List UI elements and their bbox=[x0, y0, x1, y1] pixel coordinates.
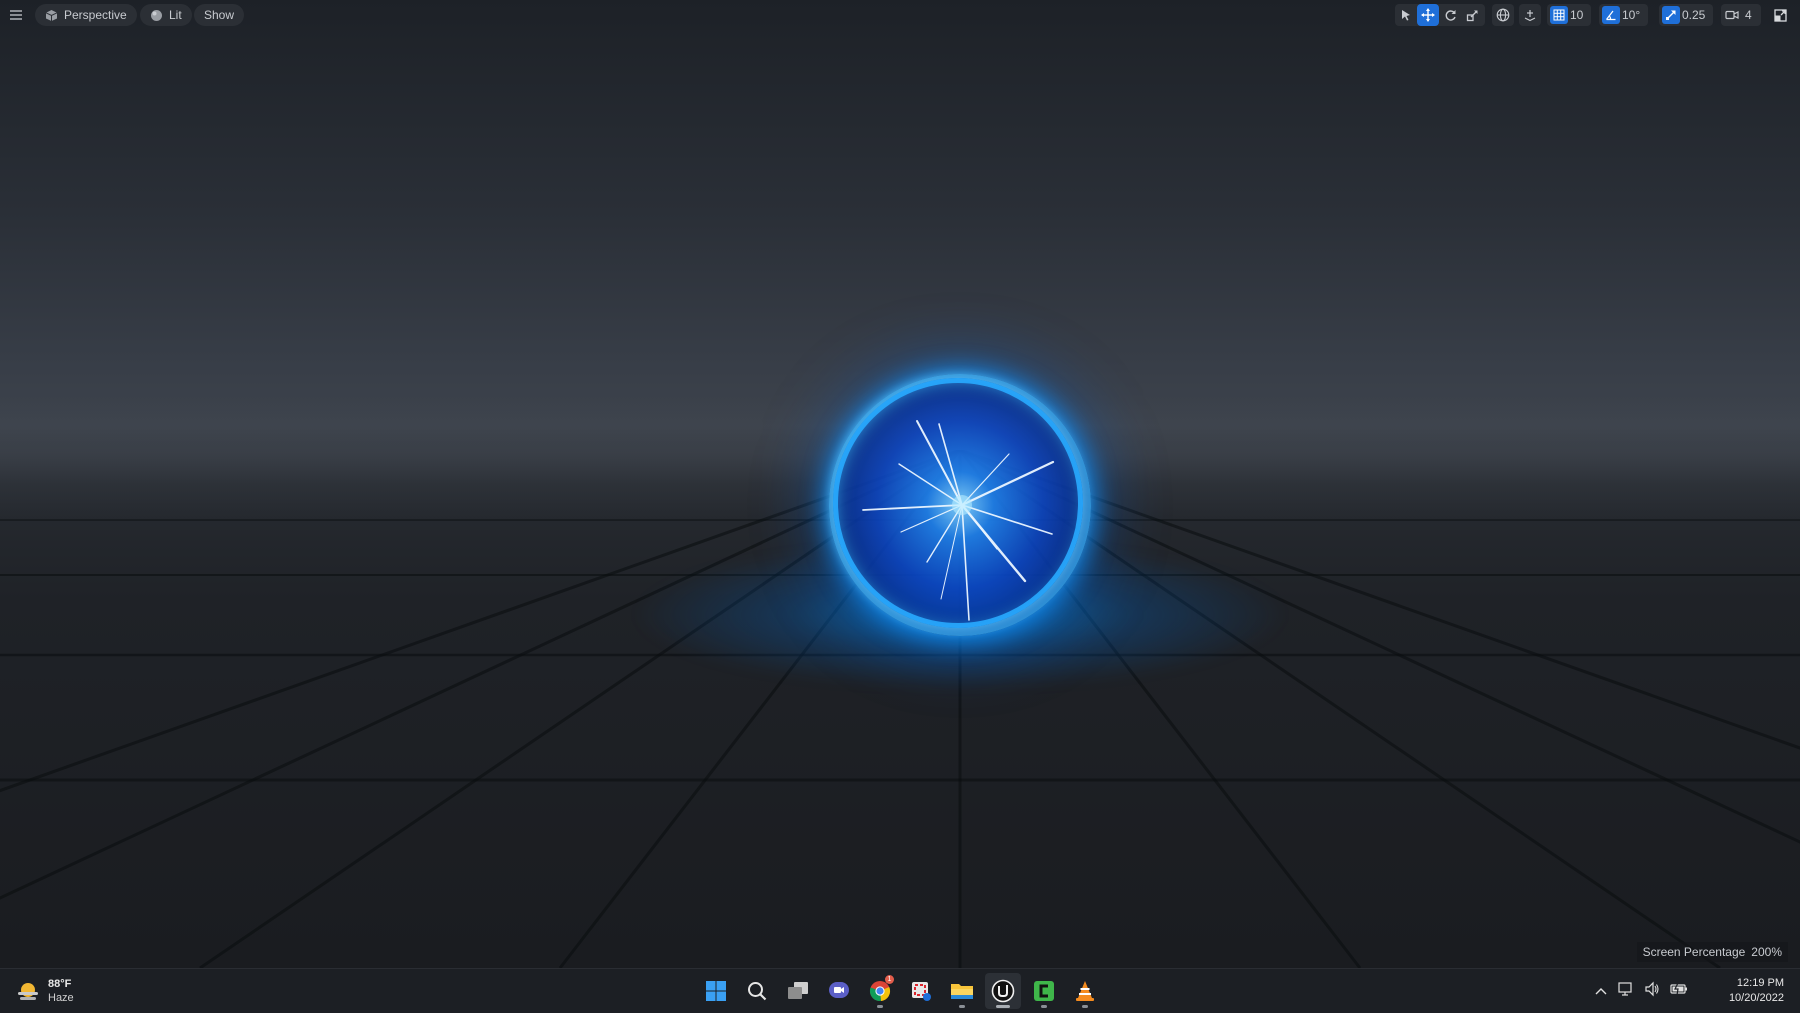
chat-button[interactable] bbox=[821, 973, 857, 1009]
perspective-label: Perspective bbox=[64, 8, 127, 22]
chrome-button[interactable]: 1 bbox=[862, 973, 898, 1009]
angle-icon bbox=[1606, 10, 1616, 21]
cube-icon bbox=[45, 9, 58, 21]
vlc-icon bbox=[1076, 981, 1094, 1001]
show-label: Show bbox=[204, 8, 235, 22]
camera-speed-button[interactable]: 4 bbox=[1721, 4, 1761, 26]
transform-tools-group bbox=[1395, 4, 1485, 26]
running-indicator bbox=[877, 1005, 883, 1008]
folder-icon bbox=[951, 984, 973, 999]
globe-icon bbox=[1496, 8, 1510, 22]
grid-snap-value: 10 bbox=[1570, 8, 1584, 22]
lit-label: Lit bbox=[169, 8, 182, 22]
move-arrows-icon bbox=[1421, 8, 1435, 22]
orb-sparks bbox=[862, 420, 1055, 621]
viewport-toolbar: Perspective Lit Show 10 10° 0.25 4 bbox=[0, 0, 1800, 30]
camera-speed-value: 4 bbox=[1745, 8, 1752, 22]
scale-tool-button[interactable] bbox=[1461, 4, 1483, 26]
running-indicator bbox=[1041, 1005, 1047, 1008]
chevron-up-icon bbox=[1595, 987, 1607, 994]
cursor-icon bbox=[1402, 10, 1410, 21]
maximize-viewport-button[interactable] bbox=[1769, 4, 1791, 26]
rotate-icon bbox=[1445, 9, 1456, 21]
screen-percentage-readout: Screen Percentage 200% bbox=[1636, 942, 1788, 962]
network-button[interactable] bbox=[1618, 981, 1634, 1002]
translate-tool-button[interactable] bbox=[1417, 4, 1439, 26]
select-tool-button[interactable] bbox=[1395, 4, 1417, 26]
search-icon bbox=[748, 982, 767, 1001]
level-viewport[interactable]: Perspective Lit Show 10 10° 0.25 4 Scree… bbox=[0, 0, 1800, 968]
rotate-tool-button[interactable] bbox=[1439, 4, 1461, 26]
haze-sun-icon bbox=[18, 983, 38, 1000]
surface-snapping-button[interactable] bbox=[1519, 4, 1541, 26]
grid-snap-group[interactable]: 10 bbox=[1547, 4, 1591, 26]
speaker-icon bbox=[1645, 981, 1659, 997]
search-button[interactable] bbox=[739, 973, 775, 1009]
show-hidden-icons-button[interactable] bbox=[1594, 983, 1608, 1001]
scale-icon bbox=[1466, 10, 1477, 21]
volume-button[interactable] bbox=[1644, 981, 1660, 1002]
vlc-button[interactable] bbox=[1067, 973, 1103, 1009]
hamburger-icon bbox=[10, 10, 22, 20]
clock-date: 10/20/2022 bbox=[1728, 992, 1784, 1004]
show-button[interactable]: Show bbox=[194, 4, 245, 26]
chrome-notification-badge: 1 bbox=[885, 975, 894, 984]
snipping-tool-icon bbox=[912, 982, 931, 1001]
running-indicator bbox=[959, 1005, 965, 1008]
scale-snap-value: 0.25 bbox=[1682, 8, 1706, 22]
unreal-engine-icon bbox=[991, 979, 1015, 1003]
viewport-options-button[interactable] bbox=[5, 4, 27, 26]
network-icon bbox=[1618, 982, 1632, 996]
scale-snap-toggle[interactable] bbox=[1662, 6, 1680, 24]
view-mode-button[interactable]: Lit bbox=[140, 4, 192, 26]
camera-speed-icon-wrap bbox=[1721, 4, 1743, 26]
windows-start-icon bbox=[706, 981, 726, 1001]
rotation-snap-value: 10° bbox=[1622, 8, 1641, 22]
unreal-engine-button[interactable] bbox=[985, 973, 1021, 1009]
active-app-indicator bbox=[996, 1005, 1010, 1008]
taskbar-apps: 1 bbox=[698, 973, 1103, 1009]
file-explorer-button[interactable] bbox=[944, 973, 980, 1009]
grid-icon bbox=[1553, 9, 1565, 21]
video-camera-icon bbox=[1725, 10, 1739, 20]
coordinate-system-button[interactable] bbox=[1492, 4, 1514, 26]
surface-snap-icon bbox=[1524, 10, 1536, 22]
chat-icon bbox=[829, 982, 849, 998]
camtasia-button[interactable] bbox=[1026, 973, 1062, 1009]
rotation-snap-group[interactable]: 10° bbox=[1599, 4, 1648, 26]
start-button[interactable] bbox=[698, 973, 734, 1009]
screen-percentage-label: Screen Percentage bbox=[1642, 945, 1746, 959]
scale-arrow-icon bbox=[1666, 10, 1676, 20]
clock-time: 12:19 PM bbox=[1736, 977, 1784, 989]
running-indicator bbox=[1082, 1005, 1088, 1008]
task-view-button[interactable] bbox=[780, 973, 816, 1009]
rotation-snap-toggle[interactable] bbox=[1602, 6, 1620, 24]
task-view-icon bbox=[788, 982, 808, 999]
weather-temperature: 88°F bbox=[48, 978, 72, 990]
battery-charging-icon bbox=[1670, 982, 1687, 996]
weather-widget[interactable]: 88°F Haze bbox=[16, 977, 74, 1005]
scale-snap-group[interactable]: 0.25 bbox=[1659, 4, 1713, 26]
snipping-tool-button[interactable] bbox=[903, 973, 939, 1009]
camtasia-icon bbox=[1034, 981, 1054, 1001]
screen-percentage-value: 200% bbox=[1751, 945, 1782, 959]
lit-sphere-icon bbox=[151, 9, 162, 21]
maximize-viewport-icon bbox=[1773, 8, 1787, 22]
grid-snap-toggle[interactable] bbox=[1550, 6, 1568, 24]
weather-condition: Haze bbox=[48, 992, 74, 1004]
battery-button[interactable] bbox=[1670, 982, 1688, 1001]
system-tray bbox=[1594, 981, 1688, 1002]
windows-taskbar: 88°F Haze 1 12:19 PM 10/20/2022 bbox=[0, 968, 1800, 1013]
perspective-button[interactable]: Perspective bbox=[35, 4, 137, 26]
clock[interactable]: 12:19 PM 10/20/2022 bbox=[1729, 976, 1784, 1006]
